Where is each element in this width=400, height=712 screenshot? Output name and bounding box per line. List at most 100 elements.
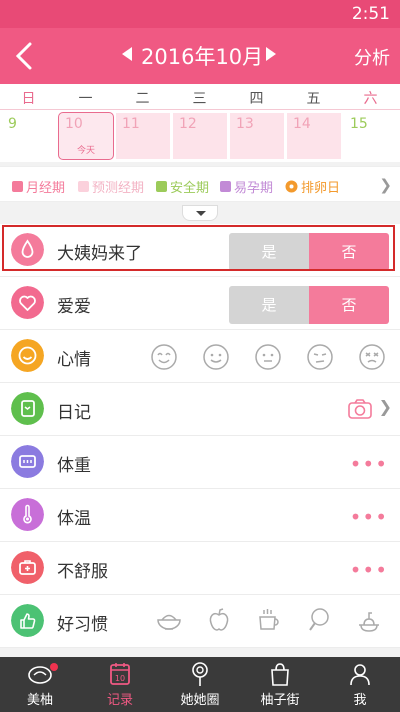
day-number: 15	[350, 116, 368, 132]
profile-icon	[350, 664, 370, 686]
mood-options	[150, 343, 400, 371]
bag-icon	[271, 663, 289, 686]
nav-circle[interactable]: 她她圈	[160, 657, 240, 712]
month-title[interactable]: 2016年10月	[141, 41, 263, 71]
bowl-icon	[28, 666, 52, 684]
row-temperature: 体温 •••	[0, 489, 400, 542]
smile-icon	[11, 339, 44, 372]
analysis-button[interactable]: 分析	[354, 44, 390, 70]
nav-street[interactable]: 柚子街	[240, 657, 320, 712]
rice-bowl-icon[interactable]	[155, 605, 183, 635]
weekday-mon: 一	[78, 91, 93, 107]
app-header: 2016年10月 分析	[0, 28, 400, 84]
svg-text:10: 10	[115, 674, 125, 683]
nav-label: 记录	[106, 693, 133, 708]
cup-icon[interactable]	[255, 605, 283, 635]
day-cell[interactable]: 11	[115, 112, 171, 160]
row-weight: 体重 •••	[0, 436, 400, 489]
chevron-right-icon[interactable]: ❯	[379, 176, 392, 194]
row-discomfort: 不舒服 •••	[0, 542, 400, 595]
weekday-header: 日 一 二 三 四 五 六	[0, 84, 400, 110]
legend-label: 易孕期	[234, 181, 274, 196]
nav-record[interactable]: 10 记录	[80, 657, 160, 712]
mood-happy-icon[interactable]	[150, 343, 178, 371]
ping-pong-icon[interactable]	[305, 605, 333, 635]
notebook-icon	[11, 392, 44, 425]
legend-period: 月经期	[12, 177, 65, 196]
legend-label: 月经期	[26, 181, 66, 196]
bottom-nav: 美柚 10 记录 她她圈 柚子街 我	[0, 657, 400, 712]
more-dots-icon[interactable]: •••	[350, 558, 388, 582]
cycle-legend[interactable]: 月经期 预测经期 安全期 易孕期 排卵日 ❯	[0, 166, 400, 202]
weekday-thu: 四	[249, 91, 264, 107]
weekday-wed: 三	[192, 91, 207, 107]
apple-icon[interactable]	[205, 605, 233, 635]
today-label: 今天	[76, 146, 95, 156]
medical-kit-icon	[11, 551, 44, 584]
weekday-sat: 六	[363, 91, 378, 107]
prev-month-button[interactable]	[122, 47, 132, 61]
status-time: 2:51	[351, 4, 390, 24]
day-cell[interactable]: 14	[286, 112, 342, 160]
love-yes-button[interactable]: 是	[229, 286, 309, 324]
love-yes-no-toggle: 是 否	[229, 286, 389, 324]
mood-unhappy-icon[interactable]	[306, 343, 334, 371]
row-label: 好习惯	[57, 615, 108, 635]
mood-neutral-icon[interactable]	[254, 343, 282, 371]
thumbs-up-icon	[11, 604, 44, 637]
chevron-down-icon	[196, 211, 206, 216]
legend-label: 排卵日	[301, 181, 341, 196]
day-cell-today[interactable]: 10 今天	[58, 112, 114, 160]
highlight-box	[2, 225, 395, 271]
chevron-right-icon[interactable]: ❯	[379, 397, 392, 416]
thermometer-icon	[11, 498, 44, 531]
more-dots-icon[interactable]: •••	[350, 452, 388, 476]
row-label: 体温	[57, 509, 91, 529]
day-number: 13	[236, 116, 254, 132]
day-cell[interactable]: 9	[1, 112, 57, 160]
back-arrow-icon[interactable]	[8, 36, 44, 76]
legend-ovulation: 排卵日	[285, 177, 340, 196]
mood-smile-icon[interactable]	[202, 343, 230, 371]
day-cell[interactable]: 12	[172, 112, 228, 160]
legend-swatch	[12, 181, 23, 192]
row-mood: 心情	[0, 330, 400, 383]
row-love: 爱爱 是 否	[0, 277, 400, 330]
weekday-tue: 二	[135, 91, 150, 107]
flower-icon	[285, 180, 298, 193]
nav-label: 她她圈	[180, 693, 220, 708]
nav-label: 柚子街	[260, 693, 300, 708]
notification-dot	[50, 663, 58, 671]
next-month-button[interactable]	[266, 47, 276, 61]
legend-label: 安全期	[170, 181, 210, 196]
mood-angry-icon[interactable]	[358, 343, 386, 371]
row-label: 心情	[57, 350, 91, 370]
nav-me[interactable]: 我	[320, 657, 400, 712]
row-habits: 好习惯	[0, 595, 400, 648]
legend-predicted: 预测经期	[78, 177, 144, 196]
day-cell[interactable]: 13	[229, 112, 285, 160]
row-label: 不舒服	[57, 562, 108, 582]
camera-icon[interactable]	[347, 397, 373, 421]
habit-options	[155, 605, 400, 635]
day-number: 14	[293, 116, 311, 132]
row-label: 爱爱	[57, 297, 91, 317]
more-dots-icon[interactable]: •••	[350, 505, 388, 529]
love-no-button[interactable]: 否	[309, 286, 389, 324]
row-label: 日记	[57, 403, 91, 423]
nav-label: 我	[353, 693, 367, 708]
scale-icon	[11, 445, 44, 478]
day-cell[interactable]: 15	[343, 112, 399, 160]
status-bar: 2:51	[0, 0, 400, 28]
day-number: 10	[65, 116, 83, 132]
heart-icon	[11, 286, 44, 319]
nav-meiyou[interactable]: 美柚	[0, 657, 80, 712]
day-number: 11	[122, 116, 140, 132]
row-label: 体重	[57, 456, 91, 476]
calendar-icon: 10	[110, 663, 130, 685]
toilet-icon[interactable]	[355, 605, 383, 635]
expand-calendar-toggle[interactable]	[182, 205, 218, 221]
weekday-fri: 五	[306, 91, 321, 107]
day-number: 12	[179, 116, 197, 132]
legend-swatch	[220, 181, 231, 192]
